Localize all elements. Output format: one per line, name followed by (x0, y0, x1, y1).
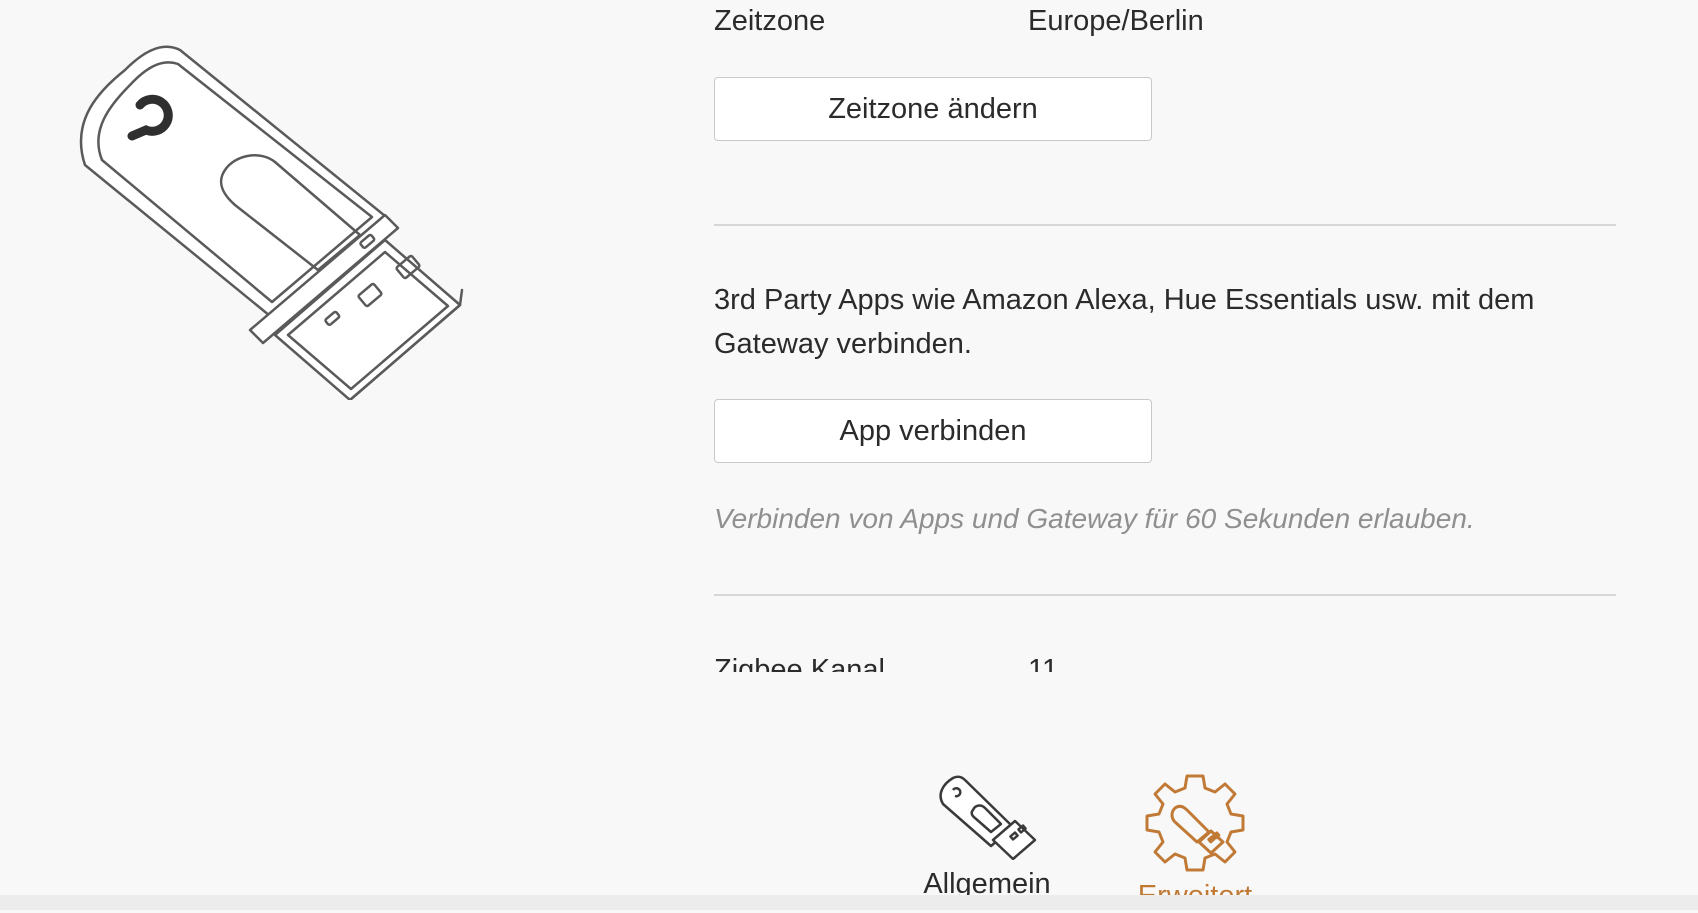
window-bottom-edge (0, 895, 1698, 910)
connect-app-button[interactable]: App verbinden (714, 399, 1152, 463)
zigbee-channel-value: 11 (1028, 654, 1059, 672)
tab-erweitert[interactable]: Erweitert (1115, 772, 1275, 913)
zigbee-channel-row: Zigbee Kanal 11 (714, 653, 1058, 672)
gateway-usb-stick-illustration (79, 45, 464, 400)
zigbee-channel-label: Zigbee Kanal (714, 654, 885, 672)
divider (714, 594, 1616, 596)
third-party-description: 3rd Party Apps wie Amazon Alexa, Hue Ess… (714, 284, 1535, 360)
timezone-value: Europe/Berlin (1028, 5, 1204, 37)
bottom-tab-bar: Allgemein Erweitert (0, 672, 1698, 913)
divider (714, 224, 1616, 226)
timezone-row: Zeitzone Europe/Berlin (714, 4, 1204, 38)
settings-scroll-area[interactable]: Zeitzone Europe/Berlin Zeitzone ändern 3… (714, 0, 1616, 672)
change-timezone-button[interactable]: Zeitzone ändern (714, 77, 1152, 141)
tab-allgemein[interactable]: Allgemein (907, 772, 1067, 901)
connect-app-hint: Verbinden von Apps und Gateway für 60 Se… (714, 503, 1475, 534)
gear-usb-icon (1145, 774, 1245, 872)
timezone-label: Zeitzone (714, 5, 826, 37)
usb-stick-icon (939, 775, 1037, 860)
